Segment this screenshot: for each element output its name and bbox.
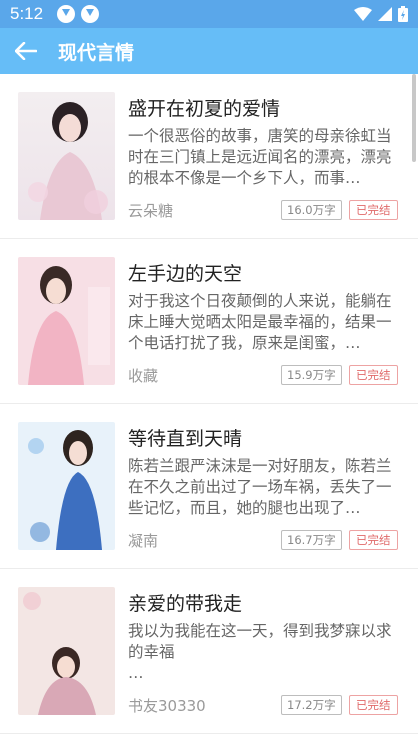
scrollbar[interactable] bbox=[412, 74, 416, 162]
word-count-badge: 15.9万字 bbox=[281, 365, 342, 385]
back-button[interactable] bbox=[0, 28, 52, 74]
book-list[interactable]: 盛开在初夏的爱情 一个很恶俗的故事，唐笑的母亲徐虹当时在三门镇上是远近闻名的漂亮… bbox=[0, 74, 418, 743]
signal-icon bbox=[378, 7, 392, 21]
book-description: 我以为我能在这一天，得到我梦寐以求的幸福 … bbox=[128, 622, 392, 682]
battery-icon bbox=[398, 6, 408, 22]
book-title: 等待直到天晴 bbox=[128, 428, 243, 450]
book-author: 凝南 bbox=[128, 532, 159, 550]
status-badge: 已完结 bbox=[349, 530, 398, 550]
book-title: 亲爱的带我走 bbox=[128, 593, 243, 615]
wifi-icon bbox=[354, 7, 372, 21]
book-cover bbox=[18, 92, 115, 220]
arrow-left-icon bbox=[15, 42, 37, 60]
book-description: 陈若兰跟严沫沫是一对好朋友，陈若兰在不久之前出过了一场车祸，丢失了一些记忆，而且… bbox=[128, 457, 392, 517]
book-author: 云朵糖 bbox=[128, 202, 174, 220]
book-cover bbox=[18, 422, 115, 550]
book-title: 左手边的天空 bbox=[128, 263, 243, 285]
book-author: 收藏 bbox=[128, 367, 159, 385]
status-badge: 已完结 bbox=[349, 200, 398, 220]
status-badge: 已完结 bbox=[349, 365, 398, 385]
app-bar: 现代言情 bbox=[0, 28, 418, 74]
book-description: 一个很恶俗的故事，唐笑的母亲徐虹当时在三门镇上是远近闻名的漂亮，漂亮的根本不像是… bbox=[128, 127, 392, 187]
book-item[interactable]: 盛开在初夏的爱情 一个很恶俗的故事，唐笑的母亲徐虹当时在三门镇上是远近闻名的漂亮… bbox=[0, 74, 418, 239]
book-cover bbox=[18, 587, 115, 715]
page-title: 现代言情 bbox=[58, 41, 135, 64]
word-count-badge: 16.0万字 bbox=[281, 200, 342, 220]
word-count-badge: 17.2万字 bbox=[281, 695, 342, 715]
word-count-badge: 16.7万字 bbox=[281, 530, 342, 550]
book-item[interactable]: 亲爱的带我走 我以为我能在这一天，得到我梦寐以求的幸福 … 书友30330 17… bbox=[0, 569, 418, 734]
book-title: 盛开在初夏的爱情 bbox=[128, 98, 281, 120]
status-bar: 5:12 bbox=[0, 0, 418, 28]
status-badge: 已完结 bbox=[349, 695, 398, 715]
book-cover bbox=[18, 257, 115, 385]
book-author: 书友30330 bbox=[128, 697, 206, 715]
download-icon bbox=[57, 5, 76, 23]
book-description: 对于我这个日夜颠倒的人来说，能躺在床上睡大觉晒太阳是最幸福的，结果一个电话打扰了… bbox=[128, 292, 392, 352]
status-time: 5:12 bbox=[10, 4, 44, 23]
download-icon bbox=[81, 5, 100, 23]
book-item[interactable]: 左手边的天空 对于我这个日夜颠倒的人来说，能躺在床上睡大觉晒太阳是最幸福的，结果… bbox=[0, 239, 418, 404]
book-item[interactable]: 等待直到天晴 陈若兰跟严沫沫是一对好朋友，陈若兰在不久之前出过了一场车祸，丢失了… bbox=[0, 404, 418, 569]
